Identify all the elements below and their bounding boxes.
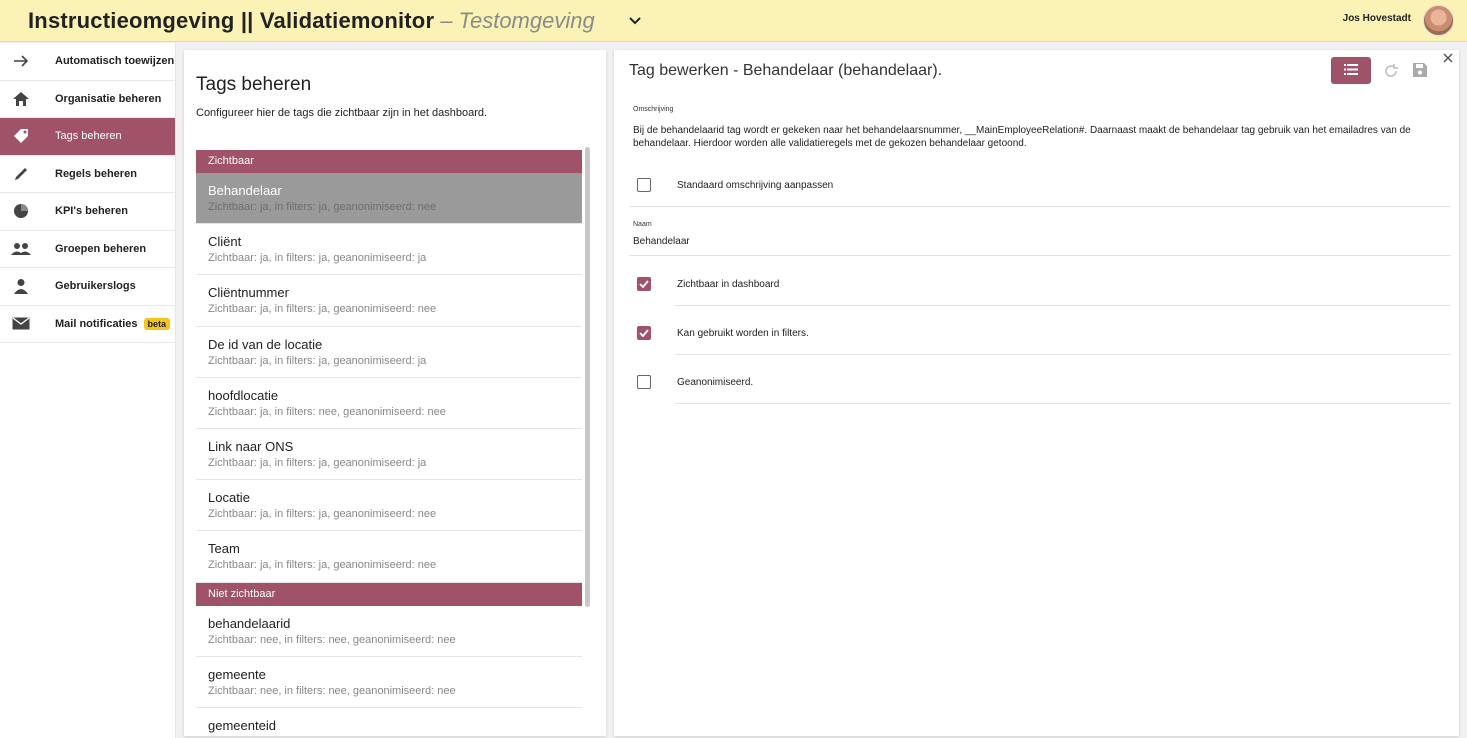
tag-name: gemeenteid	[208, 717, 276, 733]
save-icon[interactable]	[1412, 62, 1430, 80]
list-item[interactable]: gemeente Zichtbaar: nee, in filters: nee…	[196, 657, 582, 708]
person-icon	[0, 278, 42, 295]
anonymized-checkbox[interactable]	[637, 375, 651, 389]
sidebar-item-organisatie-beheren[interactable]: Organisatie beheren	[0, 81, 175, 118]
sidebar-item-label: Automatisch toewijzen	[55, 55, 175, 68]
tag-details: Zichtbaar: ja, in filters: ja, geanonimi…	[208, 303, 437, 316]
name-label: Naam	[633, 221, 652, 228]
visible-label: Zichtbaar in dashboard	[677, 278, 780, 290]
page-title: Tags beheren	[196, 74, 312, 95]
tags-panel: Tags beheren Configureer hier de tags di…	[184, 50, 606, 736]
sidebar-item-label: KPI's beheren	[55, 205, 128, 218]
tag-name: Team	[208, 541, 240, 557]
divider	[675, 403, 1451, 404]
tag-details: Zichtbaar: ja, in filters: ja, geanonimi…	[208, 559, 437, 572]
divider	[675, 354, 1451, 355]
tag-details: Zichtbaar: ja, in filters: ja, geanonimi…	[208, 354, 427, 367]
custom-description-row[interactable]: Standaard omschrijving aanpassen	[629, 161, 1451, 209]
visible-checkbox[interactable]	[637, 277, 651, 291]
mail-icon	[0, 317, 42, 330]
tag-details: Zichtbaar: nee, in filters: nee, geanoni…	[208, 684, 456, 697]
sidebar-item-label: Mail notificaties	[55, 317, 138, 330]
pencil-icon	[0, 166, 42, 182]
tag-details: Zichtbaar: ja, in filters: ja, geanonimi…	[208, 456, 427, 469]
description-label: Omschrijving	[633, 106, 674, 113]
avatar[interactable]	[1423, 5, 1454, 36]
group-icon	[0, 242, 42, 256]
group-header-visible: Zichtbaar	[196, 150, 582, 173]
sidebar-item-label: Regels beheren	[55, 167, 137, 180]
filters-row[interactable]: Kan gebruikt worden in filters.	[629, 309, 1451, 357]
custom-description-label: Standaard omschrijving aanpassen	[677, 179, 834, 191]
list-item[interactable]: hoofdlocatie Zichtbaar: ja, in filters: …	[196, 378, 582, 429]
sidebar-item-regels-beheren[interactable]: Regels beheren	[0, 156, 175, 193]
pie-chart-icon	[0, 203, 42, 219]
filters-checkbox[interactable]	[637, 326, 651, 340]
tag-name: Link naar ONS	[208, 438, 294, 454]
tag-name: Behandelaar	[208, 183, 282, 198]
sidebar-item-label: Organisatie beheren	[55, 92, 162, 105]
tag-details: Zichtbaar: ja, in filters: ja, geanonimi…	[208, 201, 437, 213]
name-underline	[629, 255, 1451, 256]
list-item[interactable]: De id van de locatie Zichtbaar: ja, in f…	[196, 327, 582, 378]
list-scrollbar[interactable]	[585, 147, 590, 607]
user-name[interactable]: Jos Hovestadt	[1343, 13, 1411, 24]
tag-details: Zichtbaar: ja, in filters: ja, geanonimi…	[208, 508, 437, 521]
app-title: Instructieomgeving || Validatiemonitor	[28, 7, 435, 33]
list-item[interactable]: Cliënt Zichtbaar: ja, in filters: ja, ge…	[196, 224, 582, 276]
sidebar-item-label: Groepen beheren	[55, 242, 147, 255]
filters-label: Kan gebruikt worden in filters.	[677, 327, 809, 339]
list-item[interactable]: behandelaarid Zichtbaar: nee, in filters…	[196, 606, 582, 657]
tag-name: De id van de locatie	[208, 336, 323, 352]
tag-name: Locatie	[208, 490, 250, 506]
list-button[interactable]	[1331, 57, 1371, 84]
tag-icon	[0, 127, 42, 145]
beta-badge: beta	[143, 317, 171, 330]
close-icon[interactable]	[1442, 52, 1456, 66]
edit-panel-title: Tag bewerken - Behandelaar (behandelaar)…	[629, 62, 943, 79]
sidebar-item-label: Gebruikerslogs	[55, 280, 136, 293]
list-item[interactable]: Locatie Zichtbaar: ja, in filters: ja, g…	[196, 480, 582, 532]
tags-list: Zichtbaar Behandelaar Zichtbaar: ja, in …	[196, 150, 582, 736]
group-header-hidden: Niet zichtbaar	[196, 582, 582, 606]
home-icon	[0, 91, 42, 107]
arrow-right-icon	[0, 54, 42, 68]
sidebar-item-kpis-beheren[interactable]: KPI's beheren	[0, 193, 175, 231]
anonymized-row[interactable]: Geanonimiseerd.	[629, 358, 1451, 406]
refresh-icon[interactable]	[1382, 62, 1400, 80]
tag-name: gemeente	[208, 666, 266, 682]
sidebar-item-label: Tags beheren	[55, 130, 122, 143]
tag-name: behandelaarid	[208, 615, 291, 631]
page-description: Configureer hier de tags die zichtbaar z…	[196, 107, 488, 119]
list-item[interactable]: Team Zichtbaar: ja, in filters: ja, gean…	[196, 531, 582, 583]
visible-row[interactable]: Zichtbaar in dashboard	[629, 260, 1451, 308]
list-item[interactable]: Behandelaar Zichtbaar: ja, in filters: j…	[196, 173, 582, 225]
custom-description-checkbox[interactable]	[637, 178, 651, 192]
sidebar-item-automatisch-toewijzen[interactable]: Automatisch toewijzen	[0, 43, 175, 81]
tag-details: Zichtbaar: ja, in filters: ja, geanonimi…	[208, 252, 427, 265]
sidebar-item-mail-notificaties[interactable]: Mail notificaties beta	[0, 306, 175, 343]
sidebar-item-gebruikerslogs[interactable]: Gebruikerslogs	[0, 268, 175, 306]
chevron-down-icon[interactable]	[625, 11, 645, 31]
description-text: Bij de behandelaarid tag wordt er gekeke…	[633, 125, 1411, 149]
sidebar-item-tags-beheren[interactable]: Tags beheren	[0, 118, 175, 156]
edit-panel: Tag bewerken - Behandelaar (behandelaar)…	[614, 50, 1459, 736]
anonymized-label: Geanonimiseerd.	[677, 376, 754, 388]
sidebar: Automatisch toewijzen Organisatie behere…	[0, 43, 176, 738]
sidebar-item-groepen-beheren[interactable]: Groepen beheren	[0, 231, 175, 268]
tag-details: Zichtbaar: nee, in filters: nee, geanoni…	[208, 633, 456, 646]
tag-details: Zichtbaar: ja, in filters: nee, geanonim…	[208, 405, 446, 418]
list-item[interactable]: gemeenteid	[196, 708, 582, 736]
list-icon	[1344, 62, 1358, 80]
environment-label: – Testomgeving	[440, 7, 595, 33]
app-header: Instructieomgeving || Validatiemonitor –…	[0, 0, 1467, 42]
tag-name: hoofdlocatie	[208, 387, 279, 403]
divider	[675, 305, 1451, 306]
name-field[interactable]: Behandelaar	[633, 235, 1033, 248]
tag-name: Cliëntnummer	[208, 285, 289, 301]
tag-name: Cliënt	[208, 234, 242, 250]
list-item[interactable]: Link naar ONS Zichtbaar: ja, in filters:…	[196, 429, 582, 481]
list-item[interactable]: Cliëntnummer Zichtbaar: ja, in filters: …	[196, 275, 582, 327]
divider	[629, 206, 1451, 207]
